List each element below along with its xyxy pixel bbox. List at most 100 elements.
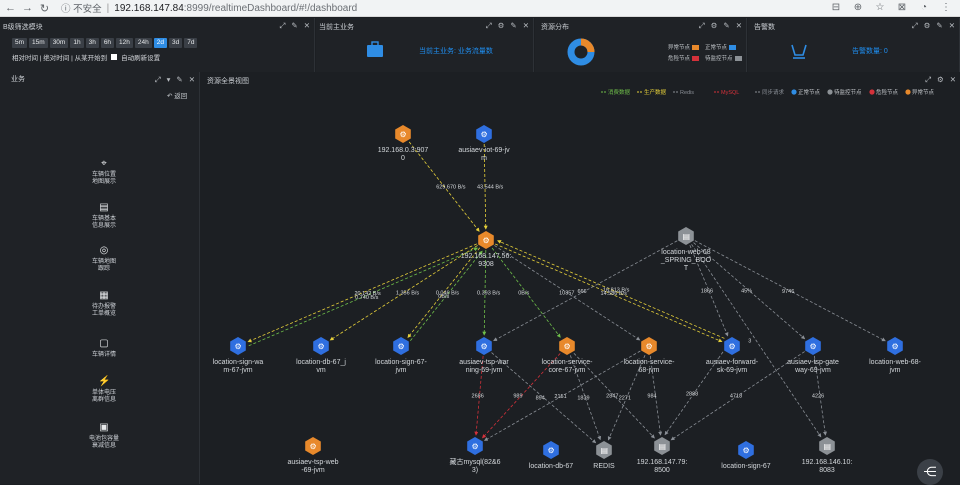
wrench-icon[interactable]: ✎ [936,21,942,31]
edge-label: 989 [513,394,522,400]
legend-node-dot [827,89,833,95]
node-glyph-icon: ⚙ [310,442,317,451]
legend-edge-label: MySQL [721,90,739,96]
node-c0[interactable]: ⚙ ausiaev-tsp-web-69-jvm [288,437,339,474]
time-button-3d[interactable]: 3d [169,38,183,48]
node-c4[interactable]: ▤ 192.168.147.79:8500 [637,437,688,474]
alarm-panel: 告警数 ⤢ ⚙ ✎ ✕ 告警数量: 0 [748,18,960,72]
back-arrow-icon[interactable]: ← [4,2,17,14]
share-icon[interactable]: ⋲ [917,459,943,485]
sidebar-item-detail[interactable]: ▢ 车辆详情 [84,338,124,359]
sidebar-item-battery[interactable]: ▣ 电池包容量 衰减信息 [84,422,124,450]
node-b2[interactable]: ⚙ location-db-67_jvm [296,337,346,374]
node-b8[interactable]: ⚙ ausiaev-tsp-gateway-69-jvm [787,337,839,374]
menu-dots-icon[interactable]: ⋮ [940,2,952,14]
time-button-30m[interactable]: 30m [49,38,69,48]
gear-icon[interactable]: ⚙ [924,21,931,31]
sidebar-item-label: 车辆地图 [91,259,116,265]
sidebar-item-label: 信息展示 [91,223,116,229]
node-n2[interactable]: ⚙ ausiaev-iot-69-jvm [458,125,510,162]
node-c3[interactable]: ▤ REDIS [593,441,615,470]
briefcase-icon [367,41,383,57]
time-button-24h[interactable]: 24h [134,38,152,48]
node-glyph-icon: ⚙ [646,342,653,351]
resource-panel-title: 资源分布 [541,24,569,31]
sidebar-item-list[interactable]: ▤ 车辆基本 信息展示 [84,202,124,230]
wrench-icon[interactable]: ✎ [176,75,182,85]
zoom-icon[interactable]: ⊕ [852,2,864,14]
gear-icon[interactable]: ⚙ [498,21,505,31]
node-label: location-db-67 [529,463,573,470]
time-button-3h[interactable]: 3h [85,38,99,48]
close-icon[interactable]: ✕ [736,21,742,31]
node-b4[interactable]: ⚙ ausiaev-tsp-warning-69-jvm [459,337,509,374]
node-label: location-web-68- [869,359,921,366]
translate-icon[interactable]: ⊟ [830,2,842,14]
node-b9[interactable]: ⚙ location-web-68-jvm [869,337,922,374]
node-b6[interactable]: ⚙ location-service-68-jvm [624,337,676,374]
legend-pending-label: 待监控节点 [705,56,733,62]
close-icon[interactable]: ✕ [523,21,529,31]
close-icon[interactable]: ✕ [189,75,195,85]
node-c5[interactable]: ⚙ location-sign-67 [721,441,771,470]
node-c2[interactable]: ⚙ location-db-67 [529,441,573,470]
settings-icon[interactable]: ✎ [291,21,297,31]
profile-icon[interactable]: ◔ [918,2,930,14]
time-button-6h[interactable]: 6h [100,38,115,48]
node-hub[interactable]: ⚙ 192.168.147.56:9308 [461,231,512,268]
expand-icon[interactable]: ⤢ [486,21,492,31]
bookmark-star-icon[interactable]: ☆ [874,2,886,14]
expand-icon[interactable]: ⤢ [699,21,705,31]
sidebar-item-report[interactable]: ▦ 待办报警 工单概览 [84,290,124,318]
time-mode-options[interactable]: 相对时间 | 绝对时间 | 从某开始到 [12,52,107,62]
node-label: 192.168.147.56: [461,253,512,260]
back-label: 返回 [174,93,188,100]
legend-node-label: 危险节点 [876,88,899,96]
gear-icon[interactable]: ⚙ [711,21,718,31]
time-button-2d[interactable]: 2d [153,38,167,48]
sidebar-item-voltage[interactable]: ⚡ 单体电压 离群信息 [84,376,124,404]
address-bar[interactable]: 192.168.147.84:8999/realtimeDashboard/#!… [114,3,357,14]
sidebar-item-track[interactable]: ◎ 车辆地图 跟踪 [84,245,124,273]
resource-donut-chart [567,38,595,66]
sidebar-title: 业务 [11,76,25,83]
time-mode-line: 相对时间 | 绝对时间 | 从某开始到 自动刷新设置 [12,52,160,62]
node-label: 8500 [654,467,670,474]
node-c6[interactable]: ▤ 192.168.146.10:8083 [802,437,853,474]
node-user[interactable]: ▤ location-web-68_SPRING_BOOT [660,227,712,272]
legend-abnormal: 异常节点 [668,43,700,51]
expand-icon[interactable]: ⤢ [279,21,285,31]
wrench-icon[interactable]: ✎ [510,21,516,31]
edge-label: 4718 [730,394,742,400]
time-button-15m[interactable]: 15m [29,38,48,48]
wrench-icon[interactable]: ✎ [723,21,729,31]
expand-icon[interactable]: ⤢ [155,75,161,85]
location-icon: ⌖ [101,158,107,169]
legend-danger: 危险节点 [668,54,700,62]
topology-graph[interactable]: 消费数据 生产数据 Redis MySQL 同步请求 正常节点 待监控节点 危险节点 异常节点 … [201,72,960,484]
security-indicator[interactable]: ⓘ 不安全 [61,1,102,15]
chevron-down-icon[interactable]: ▾ [167,75,171,85]
node-label: _SPRING_BOO [660,257,712,264]
time-button-12h[interactable]: 12h [116,38,133,48]
time-button-5m[interactable]: 5m [12,38,28,48]
node-glyph-icon: ⚙ [743,446,750,455]
close-icon[interactable]: ✕ [949,21,955,31]
node-label: way-69-jvm [794,367,831,374]
time-button-1h[interactable]: 1h [70,38,84,48]
node-b3[interactable]: ⚙ location-sign-67-jvm [375,337,428,374]
extension-icon[interactable]: ⊠ [896,2,908,14]
forward-arrow-icon[interactable]: → [21,2,34,14]
node-n1[interactable]: ⚙ 192.168.0.3:9070 [378,125,429,162]
legend-node-label: 正常节点 [798,88,821,96]
node-c1[interactable]: ⚙ 藏古mysql(82&63) [450,437,501,474]
sidebar-item-location[interactable]: ⌖ 车辆位置 地图展示 [84,158,124,186]
sidebar-item-label: 跟踪 [97,266,110,272]
reload-icon[interactable]: ↻ [38,2,51,15]
time-button-7d[interactable]: 7d [184,38,198,48]
expand-icon[interactable]: ⤢ [912,21,918,31]
auto-refresh-checkbox[interactable] [111,54,118,60]
node-b5[interactable]: ⚙ location-service-core-67-jvm [542,337,594,374]
close-icon[interactable]: ✕ [304,21,310,31]
back-button[interactable]: ↶ 返回 [167,90,187,100]
